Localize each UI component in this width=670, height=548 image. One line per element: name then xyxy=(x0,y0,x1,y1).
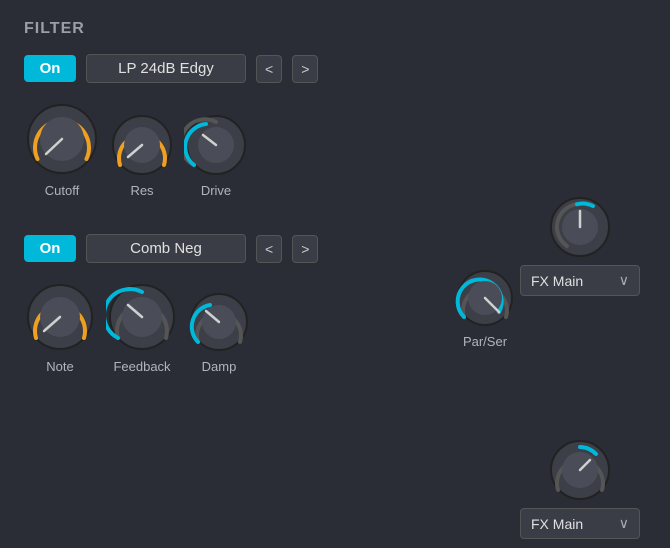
par-ser-knob[interactable] xyxy=(455,268,515,328)
feedback-label: Feedback xyxy=(113,359,170,374)
filter1-name: LP 24dB Edgy xyxy=(86,54,246,83)
note-knob[interactable] xyxy=(24,281,96,353)
damp-label: Damp xyxy=(202,359,237,374)
drive-knob-container: Drive xyxy=(184,113,248,198)
note-knob-container: Note xyxy=(24,281,96,374)
fx-dropdown-bottom-arrow: ∨ xyxy=(619,515,629,532)
par-ser-label: Par/Ser xyxy=(463,334,507,349)
drive-knob[interactable] xyxy=(184,113,248,177)
filter-panel: FILTER On LP 24dB Edgy < > Cutoff xyxy=(0,0,670,548)
note-label: Note xyxy=(46,359,73,374)
fx-main-bottom-dropdown[interactable]: FX Main ∨ xyxy=(520,508,640,539)
feedback-knob[interactable] xyxy=(106,281,178,353)
section-title: FILTER xyxy=(24,20,646,38)
filter1-row: On LP 24dB Edgy < > xyxy=(24,54,646,83)
res-label: Res xyxy=(130,183,153,198)
filter2-nav-left[interactable]: < xyxy=(256,235,282,263)
fx-dropdown-arrow: ∨ xyxy=(619,272,629,289)
feedback-knob-container: Feedback xyxy=(106,281,178,374)
cutoff-knob[interactable] xyxy=(24,101,100,177)
filter1-on-button[interactable]: On xyxy=(24,55,76,82)
filter2-name: Comb Neg xyxy=(86,234,246,263)
filter1-nav-left[interactable]: < xyxy=(256,55,282,83)
filter1-nav-right[interactable]: > xyxy=(292,55,318,83)
fx-main-top-knob[interactable] xyxy=(548,195,612,259)
filter1-knobs-row: Cutoff Res Drive xyxy=(24,101,646,198)
drive-label: Drive xyxy=(201,183,231,198)
res-knob[interactable] xyxy=(110,113,174,177)
damp-knob[interactable] xyxy=(188,291,250,353)
damp-knob-container: Damp xyxy=(188,291,250,374)
filter2-nav-right[interactable]: > xyxy=(292,235,318,263)
filter2-on-button[interactable]: On xyxy=(24,235,76,262)
res-knob-container: Res xyxy=(110,113,174,198)
cutoff-knob-container: Cutoff xyxy=(24,101,100,198)
cutoff-label: Cutoff xyxy=(45,183,79,198)
fx-main-bottom-knob[interactable] xyxy=(548,438,612,502)
fx-main-top-dropdown[interactable]: FX Main ∨ xyxy=(520,265,640,296)
